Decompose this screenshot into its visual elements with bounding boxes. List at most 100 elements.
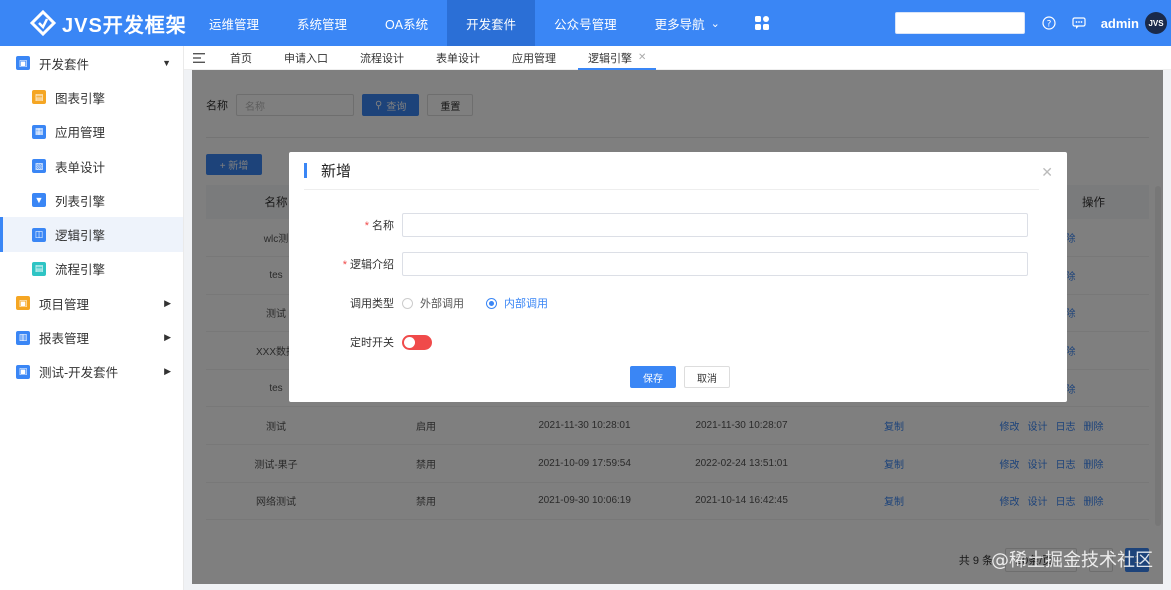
sidebar-item-chart-engine[interactable]: ▤ 图表引擎 (0, 80, 183, 114)
form-row-intro: * 逻辑介绍 (289, 252, 1028, 276)
timer-label: 定时开关 (350, 337, 394, 349)
tab-label: 逻辑引擎 (588, 52, 632, 65)
name-label: * 名称 (289, 217, 402, 233)
add-dialog: 新增 ✕ * 名称 * 逻辑介绍 调用类型 外部调用 内部调用 定时开关 保存 取消 (289, 152, 1067, 402)
tab-label: 流程设计 (360, 52, 404, 65)
sidebar: ▣ 开发套件 ▼ ▤ 图表引擎 ▦ 应用管理 ▧ 表单设计 ▼ 列表引擎 ◫ 逻… (0, 46, 184, 590)
sidebar-item-label: 报表管理 (39, 332, 90, 347)
required-mark: * (342, 259, 347, 271)
sidebar-item-label: 表单设计 (55, 160, 106, 175)
title-accent-bar (304, 163, 307, 178)
nav-label: 公众号管理 (554, 17, 617, 32)
watermark: @稀土掘金技术社区 (991, 550, 1153, 571)
nav-item-oa[interactable]: OA系统 (366, 0, 447, 46)
sidebar-item-report[interactable]: ▥ 报表管理 ▶ (0, 320, 183, 354)
sidebar-item-logic-engine[interactable]: ◫ 逻辑引擎 (0, 217, 183, 253)
form-row-call-type: 调用类型 外部调用 内部调用 (289, 295, 570, 311)
logic-icon: ◫ (32, 227, 46, 242)
radio-label: 内部调用 (504, 298, 548, 310)
sidebar-item-app-manage[interactable]: ▦ 应用管理 (0, 115, 183, 149)
caret-right-icon: ▶ (164, 332, 171, 343)
tab-form-design[interactable]: 表单设计 (420, 46, 496, 70)
radio-external[interactable]: 外部调用 (402, 295, 464, 311)
report-icon: ▥ (16, 330, 30, 345)
flow-icon: ▤ (32, 261, 46, 276)
nav-item-more[interactable]: 更多导航 ⌄ (636, 0, 739, 46)
sidebar-item-list-engine[interactable]: ▼ 列表引擎 (0, 183, 183, 217)
nav-label: 运维管理 (209, 17, 260, 32)
logo[interactable]: JVS开发框架 (0, 0, 190, 46)
avatar[interactable]: JVS (1145, 12, 1167, 34)
list-icon: ▼ (32, 193, 46, 208)
sidebar-item-test-devkit[interactable]: ▣ 测试-开发套件 ▶ (0, 355, 183, 389)
call-type-label: 调用类型 (350, 298, 394, 310)
radio-internal[interactable]: 内部调用 (486, 295, 548, 311)
sidebar-item-project[interactable]: ▣ 项目管理 ▶ (0, 286, 183, 320)
toggle-knob (404, 336, 415, 348)
tab-apply[interactable]: 申请入口 (268, 46, 344, 70)
nav-item-wechat[interactable]: 公众号管理 (535, 0, 636, 46)
tab-close-icon[interactable]: ✕ (638, 52, 646, 63)
logo-text: JVS开发框架 (62, 14, 187, 37)
sidebar-item-label: 流程引擎 (55, 263, 106, 278)
nav-item-system[interactable]: 系统管理 (278, 0, 366, 46)
sidebar-item-label: 逻辑引擎 (55, 229, 106, 244)
sidebar-item-devkit[interactable]: ▣ 开发套件 ▼ (0, 46, 183, 80)
radio-label: 外部调用 (420, 298, 464, 310)
help-icon[interactable]: ? (1041, 15, 1057, 31)
kit-icon: ▣ (16, 56, 30, 71)
sidebar-item-label: 项目管理 (39, 297, 90, 312)
form-row-timer: 定时开关 (289, 334, 432, 350)
tab-logic-engine[interactable]: 逻辑引擎 ✕ (572, 46, 662, 70)
nav-item-devkit[interactable]: 开发套件 (447, 0, 536, 46)
username[interactable]: admin (1101, 16, 1139, 31)
dialog-title: 新增 (321, 163, 352, 180)
nav-item-ops[interactable]: 运维管理 (190, 0, 278, 46)
tab-label: 表单设计 (436, 52, 480, 65)
radio-dot (402, 297, 413, 309)
tab-label: 申请入口 (284, 52, 328, 65)
intro-input[interactable] (402, 252, 1028, 276)
intro-label: * 逻辑介绍 (289, 256, 402, 272)
top-nav: 运维管理 系统管理 OA系统 开发套件 公众号管理 更多导航 ⌄ (190, 0, 785, 46)
global-search-input[interactable] (894, 12, 1025, 34)
required-mark: * (364, 220, 369, 232)
tabs-bar: 首页 申请入口 流程设计 表单设计 应用管理 逻辑引擎 ✕ (184, 46, 1171, 70)
tab-label: 首页 (230, 52, 252, 65)
nav-label: 更多导航 (654, 17, 705, 32)
chevron-down-icon: ⌄ (710, 17, 720, 30)
tab-flow-design[interactable]: 流程设计 (344, 46, 420, 70)
nav-label: 系统管理 (297, 17, 348, 32)
name-input[interactable] (402, 213, 1028, 237)
apps-grid-icon[interactable] (739, 0, 785, 46)
test-icon: ▣ (16, 364, 30, 379)
close-icon[interactable]: ✕ (1041, 164, 1053, 181)
form-row-name: * 名称 (289, 213, 1028, 237)
app-icon: ▦ (32, 124, 46, 139)
tab-label: 应用管理 (512, 52, 556, 65)
sidebar-item-label: 列表引擎 (55, 194, 106, 209)
menu-toggle-icon[interactable] (184, 52, 214, 63)
timer-toggle[interactable] (402, 334, 432, 350)
form-icon: ▧ (32, 159, 46, 174)
save-button[interactable]: 保存 (630, 366, 676, 388)
nav-label: 开发套件 (466, 17, 517, 32)
tab-home[interactable]: 首页 (214, 46, 268, 70)
sidebar-item-form-design[interactable]: ▧ 表单设计 (0, 149, 183, 183)
sidebar-item-label: 测试-开发套件 (39, 366, 119, 381)
top-nav-bar: JVS开发框架 运维管理 系统管理 OA系统 开发套件 公众号管理 更多导航 ⌄ … (0, 0, 1171, 46)
cancel-button[interactable]: 取消 (684, 366, 730, 388)
name-label-text: 名称 (372, 220, 394, 232)
message-icon[interactable] (1071, 15, 1087, 31)
project-icon: ▣ (16, 296, 30, 311)
dialog-footer: 保存 取消 (630, 366, 730, 388)
radio-dot (486, 297, 497, 309)
chart-engine-icon: ▤ (32, 90, 46, 105)
sidebar-item-label: 图表引擎 (55, 91, 106, 106)
logo-icon (29, 9, 57, 37)
tab-app-manage[interactable]: 应用管理 (496, 46, 572, 70)
caret-right-icon: ▶ (164, 297, 171, 308)
caret-right-icon: ▶ (164, 366, 171, 377)
nav-label: OA系统 (385, 17, 429, 32)
sidebar-item-flow-engine[interactable]: ▤ 流程引擎 (0, 252, 183, 286)
